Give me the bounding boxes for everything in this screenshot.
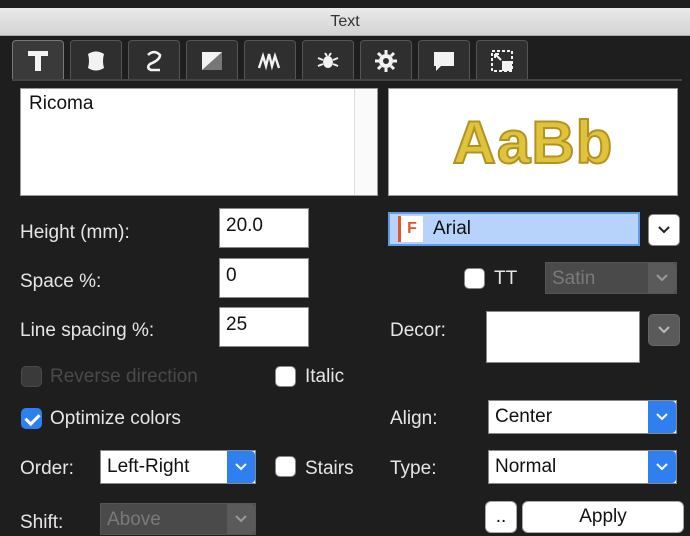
tab-comment[interactable]: [418, 40, 470, 80]
shift-value: Above: [107, 509, 161, 530]
satin-select[interactable]: Satin: [545, 262, 677, 294]
reverse-direction-label: Reverse direction: [50, 366, 198, 387]
type-select[interactable]: Normal: [488, 450, 677, 484]
tab-bar: [12, 40, 682, 80]
align-label: Align:: [390, 408, 438, 429]
chevron-down-icon: [235, 515, 247, 523]
decor-label: Decor:: [390, 320, 446, 341]
tab-stitch[interactable]: [244, 40, 296, 80]
more-options-button[interactable]: ..: [485, 501, 517, 533]
shift-dropdown-button[interactable]: [227, 504, 255, 534]
stitch-icon: [257, 51, 281, 71]
type-dropdown-button[interactable]: [648, 451, 676, 483]
space-label: Space %:: [20, 271, 102, 292]
align-dropdown-button[interactable]: [648, 401, 676, 433]
shift-label: Shift:: [20, 512, 64, 533]
text-input[interactable]: Ricoma: [20, 88, 378, 196]
order-label: Order:: [20, 458, 74, 479]
text-input-value: Ricoma: [29, 93, 94, 114]
satin-dropdown-button[interactable]: [648, 263, 676, 293]
window-title: Text: [0, 8, 690, 36]
decor-dropdown-button[interactable]: [648, 314, 680, 346]
tab-text[interactable]: [12, 40, 64, 80]
align-value: Center: [495, 406, 553, 427]
optimize-colors-label: Optimize colors: [50, 408, 181, 429]
gear-icon: [375, 49, 397, 72]
bug-icon: [317, 51, 339, 68]
chevron-down-icon: [656, 274, 668, 282]
type-label: Type:: [390, 458, 437, 479]
italic-checkbox[interactable]: [275, 366, 296, 387]
text-icon: [28, 50, 48, 71]
reverse-direction-checkbox[interactable]: [21, 366, 42, 387]
shape-icon: [88, 51, 104, 70]
stairs-checkbox[interactable]: [275, 456, 296, 477]
align-select[interactable]: Center: [488, 400, 677, 434]
font-value: Arial: [433, 218, 472, 239]
space-field[interactable]: 0: [219, 258, 309, 298]
path-icon: [146, 50, 162, 71]
chevron-down-icon: [656, 463, 668, 471]
satin-value: Satin: [552, 268, 596, 289]
tt-label: TT: [494, 268, 518, 289]
font-preview: AaBb: [388, 88, 678, 196]
font-icon: F: [398, 215, 423, 242]
tab-path[interactable]: [128, 40, 180, 80]
text-input-scrollbar[interactable]: [354, 89, 377, 195]
order-dropdown-button[interactable]: [227, 451, 255, 483]
chevron-down-icon: [658, 326, 670, 334]
height-label: Height (mm):: [20, 222, 130, 243]
decor-field[interactable]: [486, 311, 640, 363]
type-value: Normal: [495, 456, 557, 477]
stairs-label: Stairs: [305, 458, 354, 479]
tab-divider: [12, 79, 682, 81]
comment-icon: [434, 51, 454, 71]
shift-select[interactable]: Above: [100, 503, 256, 535]
chevron-down-icon: [658, 226, 670, 234]
font-dropdown-button[interactable]: [648, 214, 680, 246]
optimize-colors-checkbox[interactable]: [21, 408, 42, 429]
height-field[interactable]: 20.0: [219, 208, 309, 248]
tab-shape[interactable]: [70, 40, 122, 80]
tab-fill[interactable]: [186, 40, 238, 80]
order-value: Left-Right: [107, 456, 190, 477]
tab-bug[interactable]: [302, 40, 354, 80]
resize-icon: [491, 49, 513, 72]
apply-button[interactable]: Apply: [522, 501, 684, 533]
order-select[interactable]: Left-Right: [100, 450, 256, 484]
chevron-down-icon: [235, 463, 247, 471]
chevron-down-icon: [656, 413, 668, 421]
tab-settings[interactable]: [360, 40, 412, 80]
line-spacing-field[interactable]: 25: [219, 307, 309, 347]
tt-checkbox[interactable]: [464, 268, 485, 289]
font-field[interactable]: F Arial: [388, 212, 640, 246]
italic-label: Italic: [305, 366, 345, 387]
preview-sample: AaBb: [452, 108, 614, 177]
fill-icon: [202, 51, 222, 70]
line-spacing-label: Line spacing %:: [20, 320, 155, 341]
tab-resize[interactable]: [476, 40, 528, 80]
